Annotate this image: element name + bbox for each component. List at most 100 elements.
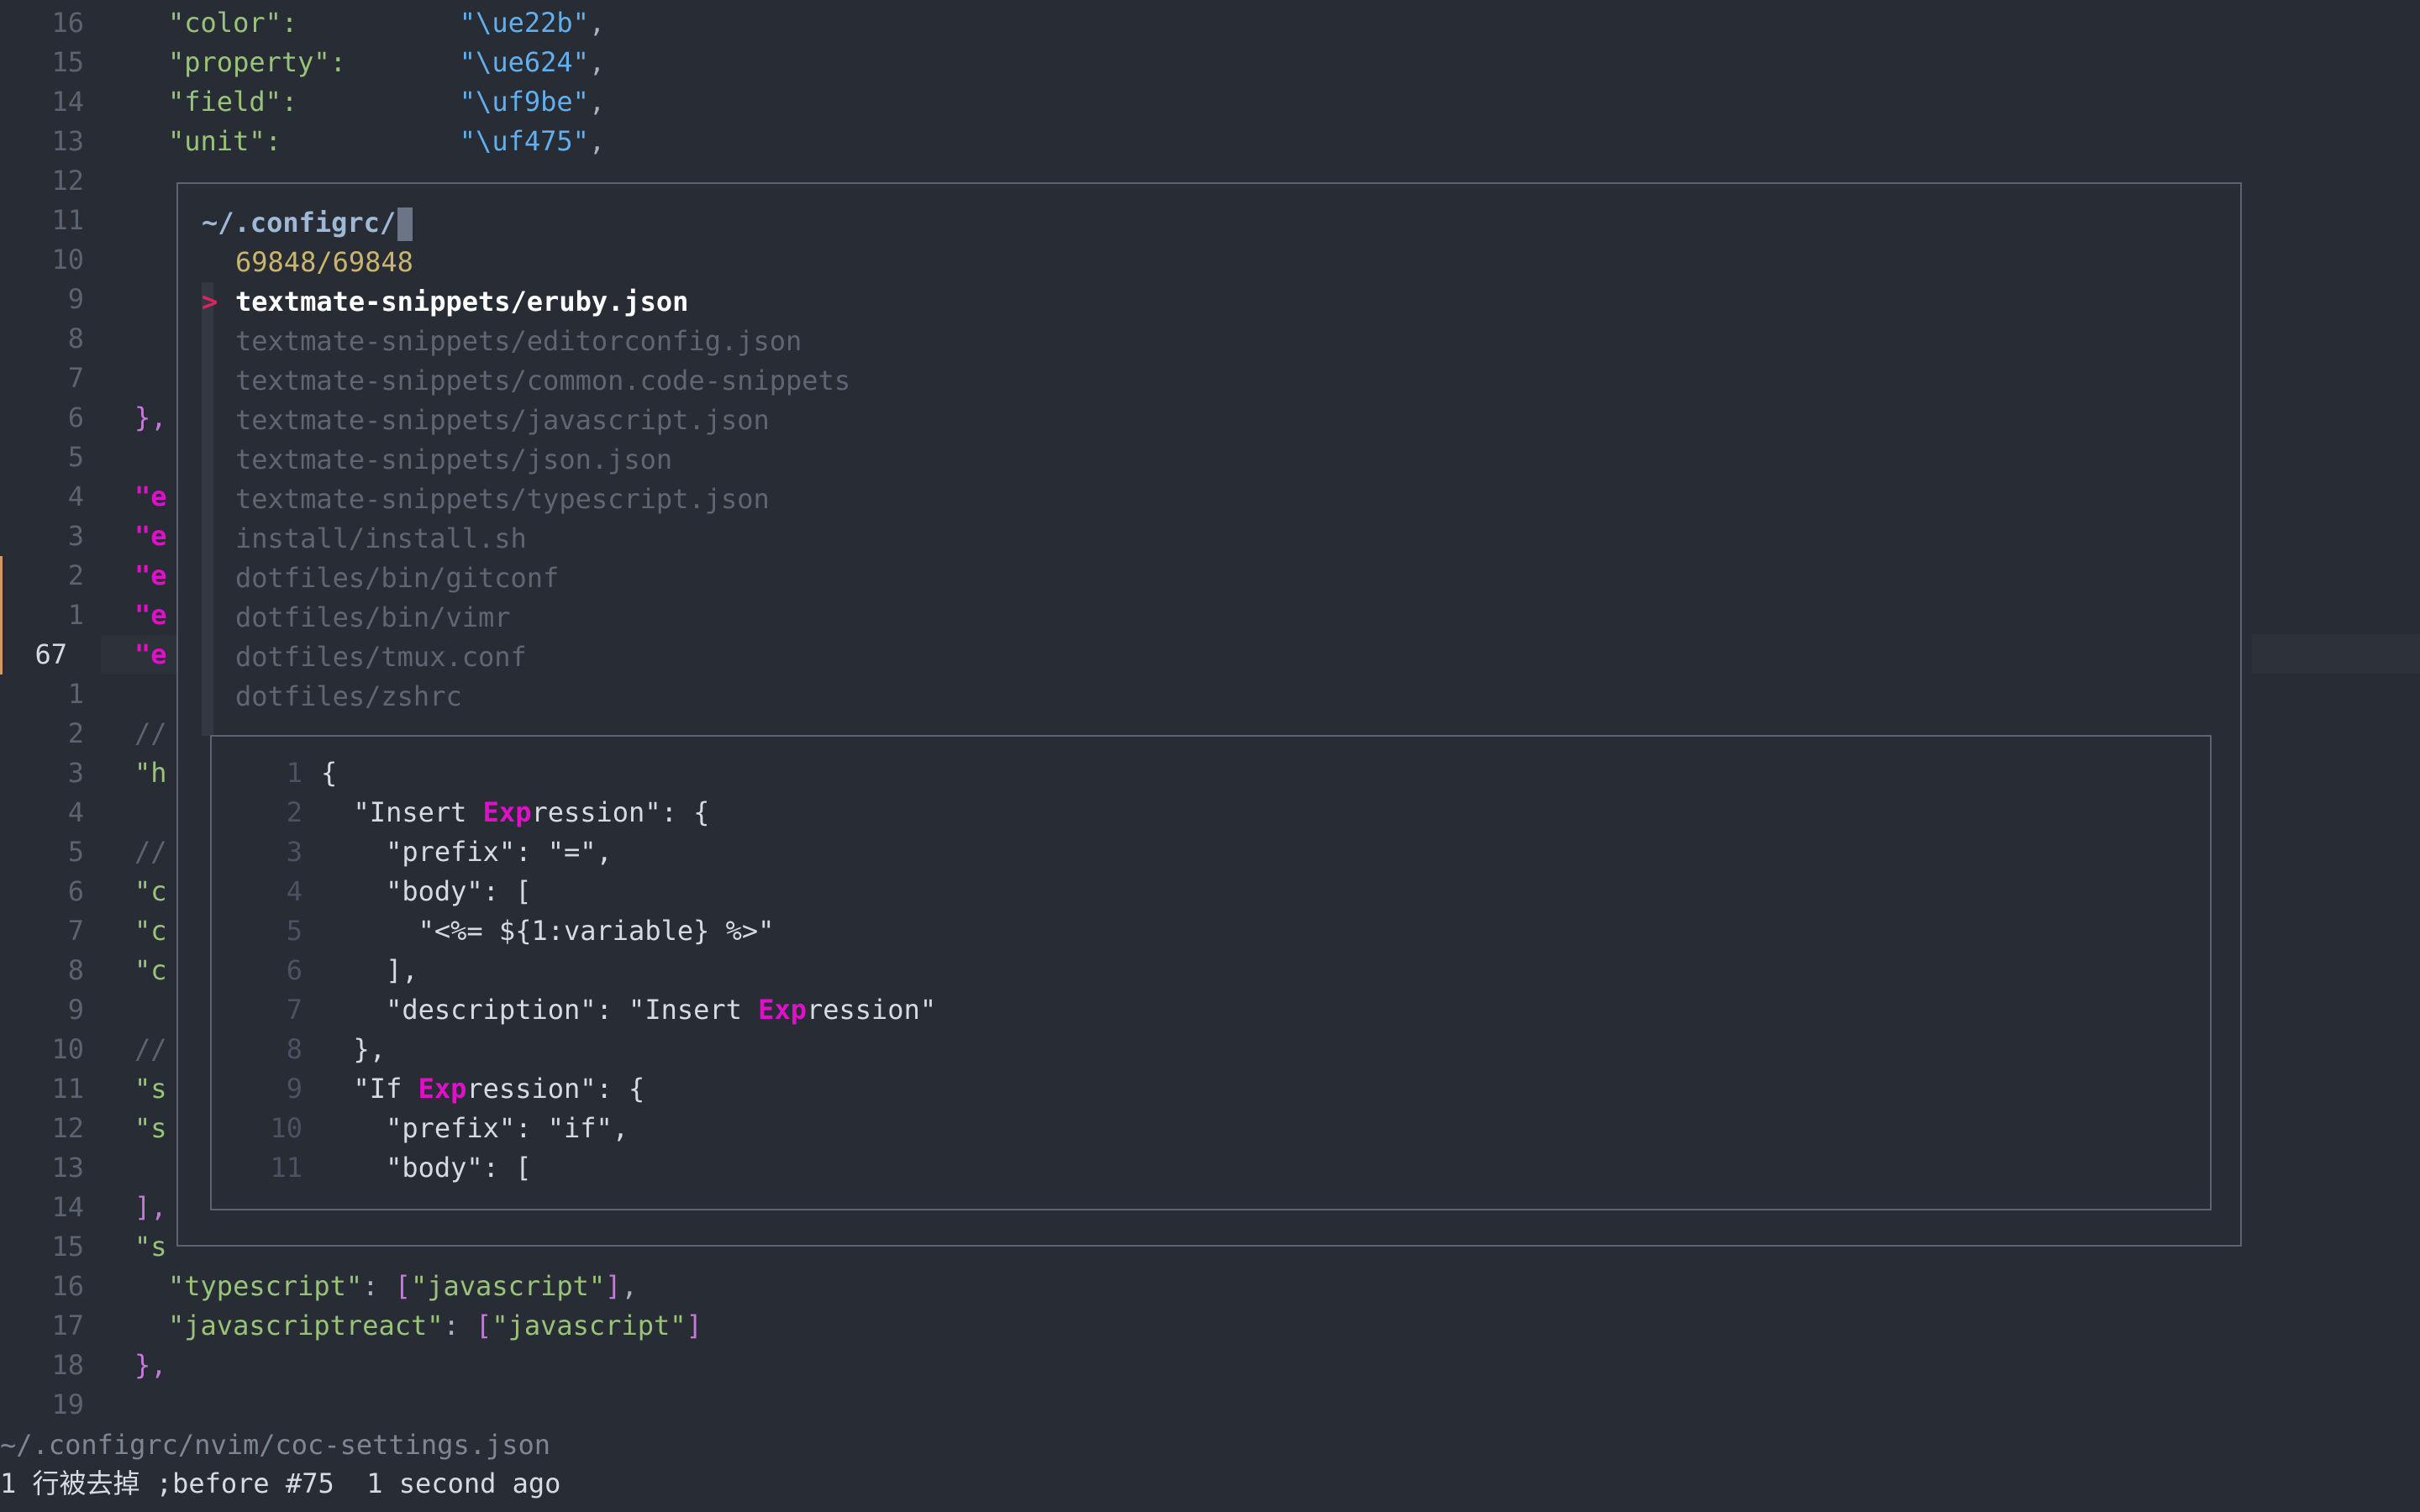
json-value: "\uf9be" <box>459 86 589 118</box>
preview-code: { <box>321 753 337 793</box>
line-number: 9 <box>67 994 84 1026</box>
editor-line[interactable]: 19 <box>0 1385 2420 1425</box>
bracket: ] <box>686 1310 702 1341</box>
line-number: 13 <box>51 125 84 157</box>
line-number: 5 <box>67 836 84 868</box>
line-number: 15 <box>51 1231 84 1263</box>
json-value: "\ue22b" <box>459 7 589 39</box>
result-item[interactable]: textmate-snippets/editorconfig.json <box>235 322 802 361</box>
padding <box>281 125 460 157</box>
line-code: "e <box>134 556 167 596</box>
code-text: "s <box>134 1112 167 1144</box>
preview-text: ], <box>321 954 418 986</box>
result-item-selected[interactable]: textmate-snippets/eruby.json <box>235 282 688 322</box>
result-item[interactable]: dotfiles/bin/vimr <box>235 598 511 638</box>
selection-pointer-icon: > <box>202 286 218 318</box>
line-code: "s <box>134 1069 167 1109</box>
bracket: ] <box>605 1270 622 1302</box>
line-code: "s <box>134 1109 167 1148</box>
line-number: 8 <box>67 954 84 986</box>
line-code: "c <box>134 951 167 990</box>
editor-line[interactable]: 13 "unit": "\uf475", <box>0 122 2420 161</box>
code-text: // <box>134 1033 167 1065</box>
code-text: "s <box>134 1231 167 1263</box>
json-value: "\ue624" <box>459 46 589 78</box>
punctuation: , <box>588 125 606 157</box>
line-code: // <box>134 832 167 872</box>
json-value: "javascript" <box>410 1270 606 1302</box>
preview-line-number: 9 <box>286 1073 302 1105</box>
json-key: "field": <box>168 86 298 118</box>
line-code: "e <box>134 596 167 635</box>
result-item[interactable]: textmate-snippets/javascript.json <box>235 401 770 440</box>
current-line[interactable]: 67 "e <box>34 635 176 675</box>
preview-code: "prefix": "=", <box>321 832 613 872</box>
editor-line[interactable]: 16 "color": "\ue22b", <box>0 3 2420 43</box>
preview-line-number: 5 <box>286 915 302 947</box>
line-code: // <box>134 1030 167 1069</box>
result-item[interactable]: textmate-snippets/common.code-snippets <box>235 361 850 401</box>
json-value: "\uf475" <box>459 125 589 157</box>
line-code: "property": "\ue624", <box>168 43 605 82</box>
code-text: "e <box>134 480 167 512</box>
code-text: "c <box>134 915 167 947</box>
code-text: "s <box>134 1073 167 1105</box>
finder-query[interactable]: ~/.configrc/ <box>202 207 396 239</box>
code-text: ], <box>134 1191 167 1223</box>
json-key: "typescript" <box>168 1270 363 1302</box>
status-file-path: ~/.configrc/nvim/coc-settings.json <box>0 1429 551 1461</box>
preview-text: "description": "Insert <box>321 994 759 1026</box>
line-number: 19 <box>51 1389 84 1420</box>
preview-text: "prefix": "if", <box>321 1112 629 1144</box>
line-code: "unit": "\uf475", <box>168 122 605 161</box>
editor-line[interactable]: 18}, <box>0 1346 2420 1385</box>
preview-code: "Insert Expression": { <box>321 793 710 832</box>
line-number: 11 <box>51 204 84 236</box>
line-code: "typescript": ["javascript"], <box>168 1267 638 1306</box>
editor-line[interactable]: 16 "typescript": ["javascript"], <box>0 1267 2420 1306</box>
code-text: // <box>134 717 167 749</box>
preview-line-number: 7 <box>286 994 302 1026</box>
preview-text: ression": { <box>466 1073 645 1105</box>
line-code: }, <box>134 398 167 438</box>
result-item[interactable]: dotfiles/tmux.conf <box>235 638 527 677</box>
line-number: 5 <box>67 441 84 473</box>
match-count: 69848/69848 <box>235 246 413 278</box>
line-code: ], <box>134 1188 167 1227</box>
line-number: 4 <box>67 796 84 828</box>
preview-line-number: 10 <box>270 1112 302 1144</box>
preview-code: "body": [ <box>321 1148 531 1188</box>
match-highlight: Exp <box>758 994 807 1026</box>
result-item[interactable]: install/install.sh <box>235 519 527 559</box>
result-item[interactable]: dotfiles/zshrc <box>235 677 462 717</box>
git-change-sign <box>0 635 3 675</box>
results-gutter <box>202 282 213 736</box>
code-text: "h <box>134 757 167 789</box>
line-code: "javascriptreact": ["javascript"] <box>168 1306 702 1346</box>
finder-prompt[interactable]: ~/.configrc/ <box>202 203 413 243</box>
fuzzy-finder-popup[interactable]: ~/.configrc/ 69848/69848 > textmate-snipp… <box>176 182 2242 1247</box>
code-text: "c <box>134 954 167 986</box>
preview-text: "body": [ <box>321 1152 532 1184</box>
preview-line-number: 4 <box>286 875 302 907</box>
line-code: "field": "\uf9be", <box>168 82 605 122</box>
result-item[interactable]: textmate-snippets/json.json <box>235 440 672 480</box>
result-item[interactable]: dotfiles/bin/gitconf <box>235 559 559 598</box>
line-code: "e <box>134 635 167 675</box>
result-item[interactable]: textmate-snippets/typescript.json <box>235 480 770 519</box>
code-text: "c <box>134 875 167 907</box>
line-number: 1 <box>67 599 84 631</box>
line-number: 15 <box>51 46 84 78</box>
json-key: "unit": <box>168 125 281 157</box>
editor-line[interactable]: 15 "property": "\ue624", <box>0 43 2420 82</box>
padding <box>297 86 460 118</box>
match-highlight: Exp <box>418 1073 467 1105</box>
line-number: 6 <box>67 875 84 907</box>
editor-line[interactable]: 14 "field": "\uf9be", <box>0 82 2420 122</box>
editor-line[interactable]: 17 "javascriptreact": ["javascript"] <box>0 1306 2420 1346</box>
line-number: 9 <box>67 283 84 315</box>
preview-code: "If Expression": { <box>321 1069 645 1109</box>
git-change-sign <box>0 556 3 596</box>
line-number: 6 <box>67 402 84 433</box>
preview-text: "body": [ <box>321 875 532 907</box>
